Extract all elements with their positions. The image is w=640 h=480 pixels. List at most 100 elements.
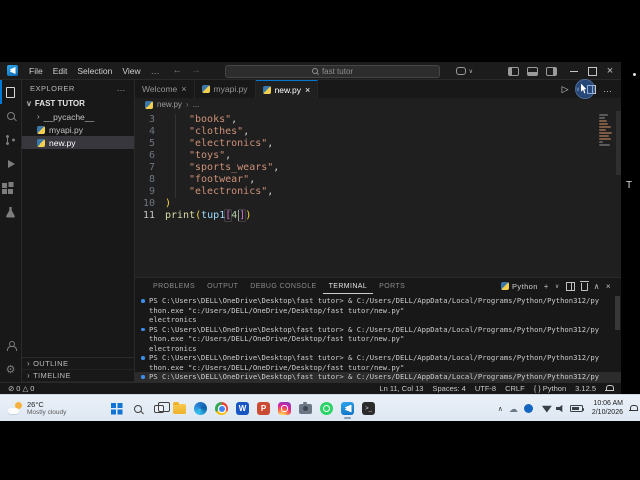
notification-center-icon[interactable] [629,404,638,413]
language-mode[interactable]: { } Python [534,384,566,393]
split-terminal-icon[interactable] [565,281,575,291]
toggle-panel-icon[interactable] [527,66,538,76]
task-view-icon[interactable] [149,398,170,419]
problems-status[interactable]: ⊘ 0 △ 0 [8,384,34,393]
menu-edit[interactable]: Edit [48,62,73,80]
edge-icon[interactable] [191,398,210,419]
search-view-icon[interactable] [0,104,21,128]
menu-view[interactable]: View [117,62,145,80]
whatsapp-icon[interactable] [317,398,336,419]
explorer-more-icon[interactable]: … [117,83,127,93]
tab-terminal[interactable]: TERMINAL [323,278,374,294]
powerpoint-icon[interactable]: P [254,398,273,419]
terminal-profile[interactable]: Python [501,282,538,291]
word-icon[interactable]: W [233,398,252,419]
close-tab-icon[interactable] [181,84,186,94]
toggle-sidebar-icon[interactable] [508,66,519,76]
code-line[interactable]: 3 "books", [135,114,621,126]
chat-dropdown-icon[interactable]: ∨ [469,68,473,75]
timeline-section[interactable]: › TIMELINE [22,370,134,382]
camera-icon[interactable] [296,398,315,419]
mouse-cursor [576,80,594,98]
tab-output[interactable]: OUTPUT [201,278,244,294]
taskbar-search-icon[interactable] [128,398,147,419]
vscode-taskbar-icon[interactable] [338,398,357,419]
tab-welcome[interactable]: Welcome [135,80,195,98]
eol-mode[interactable]: CRLF [505,384,525,393]
root-folder[interactable]: ∨ FAST TUTOR [22,96,134,110]
terminal-row: electronics [149,343,197,353]
windows-taskbar: 26°C Mostly cloudy W P >_ ∧ ☁ 10:06 AM 2… [0,394,640,421]
tab-myapi[interactable]: myapi.py [194,80,256,98]
terminal-app-icon[interactable]: >_ [359,398,378,419]
file-newpy[interactable]: new.py [22,136,134,149]
code-editor[interactable]: 3 "books", 4 "clothes", 5 "electronics", 6 "… [135,111,621,277]
onedrive-icon[interactable]: ☁ [509,404,518,414]
run-python-file-icon[interactable]: ▷ [562,84,569,95]
code-line[interactable]: 10) [135,198,621,210]
extensions-icon[interactable] [0,176,21,200]
tab-ports[interactable]: PORTS [373,278,411,294]
new-terminal-icon[interactable]: + [544,282,549,291]
file-pycache[interactable]: › __pycache__ [22,110,134,123]
wifi-icon [541,405,552,413]
system-tray-group[interactable] [539,403,586,415]
breadcrumb[interactable]: new.py › ... [135,98,621,111]
terminal-output[interactable]: PS C:\Users\DELL\OneDrive\Desktop\fast t… [135,294,621,382]
testing-icon[interactable] [0,200,21,224]
source-control-icon[interactable] [0,128,21,152]
run-debug-icon[interactable] [0,152,21,176]
terminal-scrollbar[interactable] [615,296,620,330]
chevron-right-icon: › [37,112,40,121]
tray-overflow-icon[interactable]: ∧ [498,405,503,413]
minimize-button[interactable] [565,62,583,80]
close-tab-icon[interactable] [305,85,310,95]
code-line-active[interactable]: 11 print(tup1[4]) [135,210,621,222]
clock[interactable]: 10:06 AM 2/10/2026 [592,400,623,417]
code-line[interactable]: 7 "sports_wears", [135,162,621,174]
notifications-bell-icon[interactable] [605,384,614,393]
code-line[interactable]: 4 "clothes", [135,126,621,138]
encoding[interactable]: UTF-8 [475,384,496,393]
editor-scrollbar[interactable] [616,111,621,175]
screen-artifact-dot [633,73,636,76]
code-line[interactable]: 5 "electronics", [135,138,621,150]
start-button[interactable] [107,398,126,419]
cursor-position[interactable]: Ln 11, Col 13 [379,384,423,393]
close-panel-icon[interactable]: × [606,282,611,291]
chat-icon[interactable] [455,67,466,75]
close-button[interactable] [601,62,619,80]
tab-newpy[interactable]: new.py [255,80,319,98]
tab-debug-console[interactable]: DEBUG CONSOLE [244,278,322,294]
settings-gear-icon[interactable]: ⚙ [0,358,21,382]
history-nav: ← → [173,65,201,76]
forward-icon[interactable]: → [191,65,201,76]
code-line[interactable]: 9 "electronics", [135,186,621,198]
kill-terminal-icon[interactable] [579,281,589,291]
minimap[interactable] [599,114,615,147]
terminal-dropdown-icon[interactable]: ∨ [555,283,560,290]
indentation[interactable]: Spaces: 4 [432,384,465,393]
toggle-secondary-sidebar-icon[interactable] [546,66,557,76]
code-line[interactable]: 6 "toys", [135,150,621,162]
back-icon[interactable]: ← [173,65,183,76]
python-version[interactable]: 3.12.5 [575,384,596,393]
weather-widget[interactable]: 26°C Mostly cloudy [0,395,74,421]
menu-selection[interactable]: Selection [72,62,117,80]
maximize-panel-icon[interactable]: ∧ [594,282,600,291]
search-input[interactable]: fast tutor [225,64,440,78]
file-myapi[interactable]: myapi.py [22,123,134,136]
instagram-icon[interactable] [275,398,294,419]
menu-overflow-icon[interactable]: … [146,66,165,76]
chrome-icon[interactable] [212,398,231,419]
menu-file[interactable]: File [24,62,48,80]
code-line[interactable]: 8 "footwear", [135,174,621,186]
tray-app-icon[interactable] [523,404,533,413]
tab-problems[interactable]: PROBLEMS [147,278,201,294]
account-icon[interactable] [0,334,21,358]
maximize-button[interactable] [583,62,601,80]
file-explorer-icon[interactable] [170,398,189,419]
editor-more-icon[interactable]: … [603,84,613,94]
outline-section[interactable]: › OUTLINE [22,358,134,370]
explorer-icon[interactable] [0,80,21,104]
